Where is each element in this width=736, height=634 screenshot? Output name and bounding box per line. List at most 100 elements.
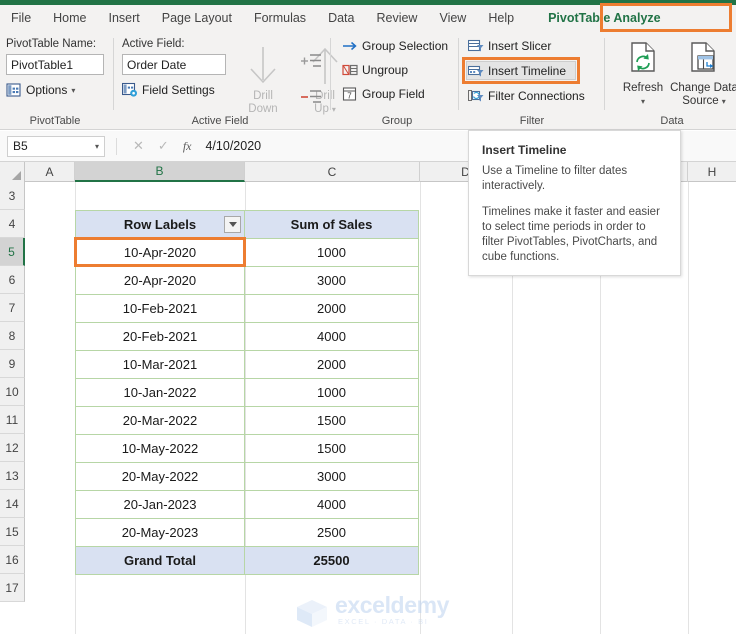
row-header-11[interactable]: 11 xyxy=(0,406,25,434)
tab-page-layout[interactable]: Page Layout xyxy=(151,5,243,32)
pivot-cell-label[interactable]: 10-May-2022 xyxy=(75,434,245,463)
active-field-input[interactable]: Order Date xyxy=(122,54,226,75)
pivot-cell-label[interactable]: 20-May-2022 xyxy=(75,462,245,491)
row-header-6[interactable]: 6 xyxy=(0,266,25,294)
column-header-h[interactable]: H xyxy=(688,162,736,182)
cancel-icon[interactable]: ✕ xyxy=(133,138,144,154)
table-row[interactable]: 20-Mar-2022 1500 xyxy=(75,406,420,435)
table-row[interactable]: 10-May-2022 1500 xyxy=(75,434,420,463)
filter-connections-button[interactable]: Filter Connections xyxy=(468,88,585,104)
tab-pivottable-analyze[interactable]: PivotTable Analyze xyxy=(537,5,672,32)
table-row[interactable]: 20-Jan-2023 4000 xyxy=(75,490,420,519)
pivot-cell-value[interactable]: 1000 xyxy=(244,378,419,407)
pivot-cell-value[interactable]: 1500 xyxy=(244,434,419,463)
row-header-17[interactable]: 17 xyxy=(0,574,25,602)
pivot-cell-value[interactable]: 3000 xyxy=(244,462,419,491)
row-header-3[interactable]: 3 xyxy=(0,182,25,210)
pivot-cell-label[interactable]: 20-Apr-2020 xyxy=(75,266,245,295)
group-field-button[interactable]: 7 Group Field xyxy=(342,86,425,102)
pivot-cell-value[interactable]: 2500 xyxy=(244,518,419,547)
pivot-grand-total-row[interactable]: Grand Total 25500 xyxy=(75,546,420,575)
change-data-source-button[interactable]: Change Data Source ▾ xyxy=(670,82,736,108)
pivot-cell-value[interactable]: 2000 xyxy=(244,294,419,323)
tab-file[interactable]: File xyxy=(0,5,42,32)
select-all-corner[interactable] xyxy=(0,162,25,182)
pivot-cell-label[interactable]: 20-May-2023 xyxy=(75,518,245,547)
row-header-14[interactable]: 14 xyxy=(0,490,25,518)
formula-bar-input[interactable]: 4/10/2020 xyxy=(205,139,261,153)
field-settings-button[interactable]: Field Settings xyxy=(121,82,215,98)
tab-formulas[interactable]: Formulas xyxy=(243,5,317,32)
pivottable-name-input[interactable]: PivotTable1 xyxy=(6,54,104,75)
tab-review[interactable]: Review xyxy=(365,5,428,32)
insert-timeline-button[interactable]: Insert Timeline xyxy=(467,63,566,79)
row-header-12[interactable]: 12 xyxy=(0,434,25,462)
refresh-chevron-down-icon[interactable]: ▾ xyxy=(612,95,674,108)
row-header-4[interactable]: 4 xyxy=(0,210,25,238)
options-chevron-down-icon[interactable]: ▾ xyxy=(71,86,75,95)
table-row[interactable]: 10-Feb-2021 2000 xyxy=(75,294,420,323)
options-button[interactable]: Options ▾ xyxy=(6,82,75,98)
tab-home[interactable]: Home xyxy=(42,5,97,32)
pivot-cell-value[interactable]: 1000 xyxy=(244,238,419,267)
pivot-cell-label[interactable]: 20-Mar-2022 xyxy=(75,406,245,435)
pivot-cell-label[interactable]: 10-Jan-2022 xyxy=(75,378,245,407)
name-box[interactable]: B5 ▾ xyxy=(7,135,105,157)
pivot-grand-total-label: Grand Total xyxy=(75,546,245,575)
insert-function-icon[interactable]: fx xyxy=(183,139,192,154)
field-settings-label: Field Settings xyxy=(142,83,215,97)
insert-timeline-tooltip: Insert Timeline Use a Timeline to filter… xyxy=(468,130,681,276)
pivot-cell-label[interactable]: 10-Mar-2021 xyxy=(75,350,245,379)
name-box-chevron-down-icon[interactable]: ▾ xyxy=(95,142,99,151)
pivot-cell-value[interactable]: 3000 xyxy=(244,266,419,295)
tab-help[interactable]: Help xyxy=(477,5,525,32)
expand-field-icon[interactable] xyxy=(300,52,322,70)
table-row[interactable]: 20-Feb-2021 4000 xyxy=(75,322,420,351)
tab-insert[interactable]: Insert xyxy=(98,5,151,32)
pivot-cell-value[interactable]: 4000 xyxy=(244,490,419,519)
ribbon-group-filter: Insert Slicer Insert Timeline Filter Con… xyxy=(462,32,602,130)
column-header-b[interactable]: B xyxy=(75,162,245,182)
row-header-16[interactable]: 16 xyxy=(0,546,25,574)
gridline-col-c xyxy=(420,182,421,634)
name-box-value: B5 xyxy=(13,139,28,153)
table-row[interactable]: 20-May-2022 3000 xyxy=(75,462,420,491)
row-header-13[interactable]: 13 xyxy=(0,462,25,490)
insert-slicer-button[interactable]: Insert Slicer xyxy=(467,38,551,54)
row-header-5[interactable]: 5 xyxy=(0,238,25,266)
pivot-cell-value[interactable]: 4000 xyxy=(244,322,419,351)
pivot-cell-label[interactable]: 20-Jan-2023 xyxy=(75,490,245,519)
table-row[interactable]: 20-May-2023 2500 xyxy=(75,518,420,547)
pivot-header-row-labels: Row Labels xyxy=(75,210,245,239)
tab-view[interactable]: View xyxy=(428,5,477,32)
row-header-8[interactable]: 8 xyxy=(0,322,25,350)
row-header-9[interactable]: 9 xyxy=(0,350,25,378)
table-row[interactable]: 20-Apr-2020 3000 xyxy=(75,266,420,295)
table-row[interactable]: 10-Jan-2022 1000 xyxy=(75,378,420,407)
pivot-cell-value[interactable]: 1500 xyxy=(244,406,419,435)
table-row[interactable]: 10-Mar-2021 2000 xyxy=(75,350,420,379)
refresh-button[interactable]: Refresh ▾ xyxy=(612,82,674,108)
drill-down-button[interactable]: Drill Down xyxy=(232,90,294,116)
tab-data[interactable]: Data xyxy=(317,5,365,32)
column-header-c[interactable]: C xyxy=(245,162,420,182)
pivot-cell-label[interactable]: 20-Feb-2021 xyxy=(75,322,245,351)
group-selection-button[interactable]: Group Selection xyxy=(342,38,448,54)
collapse-field-icon[interactable] xyxy=(300,88,322,106)
row-header-15[interactable]: 15 xyxy=(0,518,25,546)
pivottable-options-icon xyxy=(6,82,22,98)
column-header-a[interactable]: A xyxy=(25,162,75,182)
options-label: Options xyxy=(26,83,68,97)
row-header-7[interactable]: 7 xyxy=(0,294,25,322)
change-data-source-chevron-down-icon[interactable]: ▾ xyxy=(722,95,726,108)
pivot-cell-value[interactable]: 2000 xyxy=(244,350,419,379)
enter-icon[interactable]: ✓ xyxy=(158,138,169,154)
change-data-source-icon xyxy=(691,42,715,72)
pivot-cell-label[interactable]: 10-Feb-2021 xyxy=(75,294,245,323)
svg-text:7: 7 xyxy=(347,91,352,100)
pivot-cell-label[interactable]: 10-Apr-2020 xyxy=(75,238,245,267)
table-row[interactable]: 10-Apr-2020 1000 xyxy=(75,238,420,267)
ungroup-button[interactable]: Ungroup xyxy=(342,62,408,78)
row-header-10[interactable]: 10 xyxy=(0,378,25,406)
row-labels-filter-button[interactable] xyxy=(224,216,241,233)
